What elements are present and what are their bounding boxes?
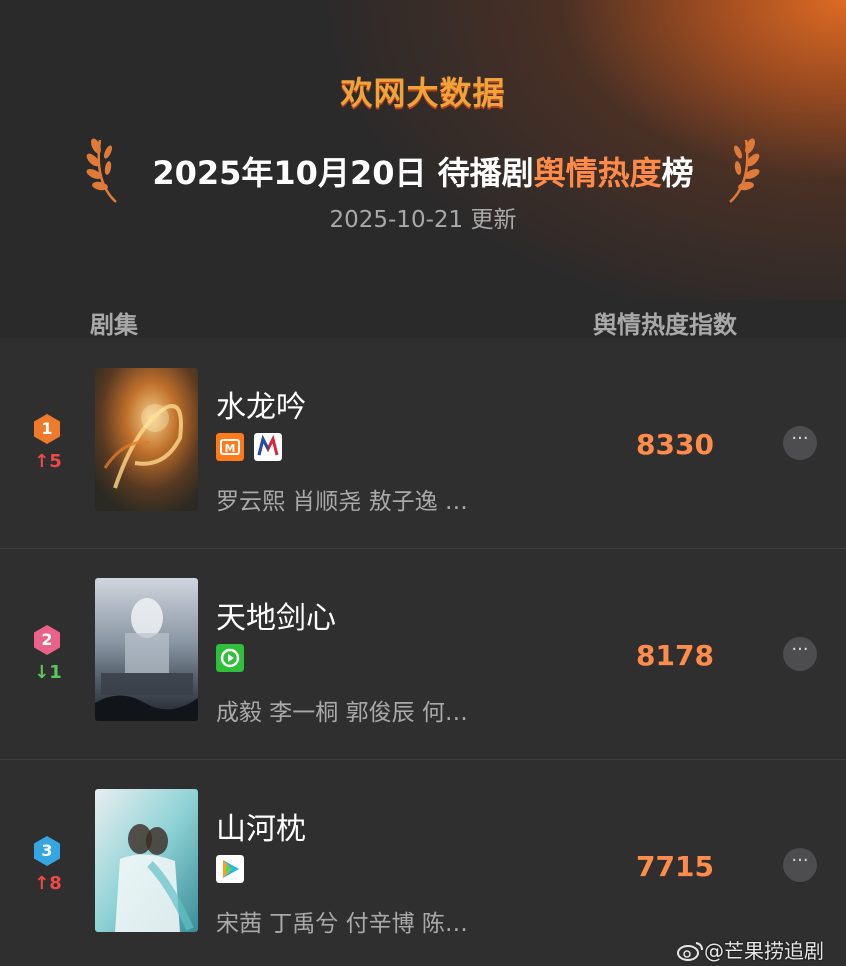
drama-title[interactable]: 水龙吟 xyxy=(216,382,306,426)
rank-number: 2 xyxy=(31,624,63,656)
platform-list xyxy=(216,855,244,883)
rank-number: 3 xyxy=(31,835,63,867)
rank-change: ↓1 xyxy=(34,662,62,683)
brand-logo-text: 欢网大数据 xyxy=(340,74,506,112)
heat-score: 7715 xyxy=(636,850,714,883)
watermark-text: @芒果捞追剧 xyxy=(704,939,824,963)
title-suffix: 榜 xyxy=(661,154,694,192)
svg-text:M: M xyxy=(225,442,236,455)
watermark: @芒果捞追剧 xyxy=(676,935,824,964)
poster-image[interactable] xyxy=(95,789,198,932)
rank-number: 1 xyxy=(31,413,63,445)
cast-list: 成毅 李一桐 郭俊辰 何… xyxy=(216,700,468,726)
brand-logo: 欢网大数据 xyxy=(0,68,846,114)
rank-number-text: 3 xyxy=(41,841,53,860)
rank-change: ↑5 xyxy=(34,451,62,472)
poster-image[interactable] xyxy=(95,368,198,511)
mango-tv-icon: M xyxy=(216,433,244,461)
column-header-drama: 剧集 xyxy=(90,311,138,339)
more-options-button[interactable]: ··· xyxy=(783,848,817,882)
heat-score: 8330 xyxy=(636,428,714,461)
update-date: 2025-10-21 更新 xyxy=(329,207,517,233)
rank-change: ↑8 xyxy=(34,873,62,894)
poster-art xyxy=(95,789,198,932)
cast-list: 宋茜 丁禹兮 付辛博 陈… xyxy=(216,911,468,937)
platform-list xyxy=(216,644,244,672)
list-item[interactable]: 2 ↓1 天地剑心 成毅 李一桐 郭俊辰 何… 8178 ··· xyxy=(0,549,846,759)
migu-icon xyxy=(254,433,282,461)
drama-title[interactable]: 天地剑心 xyxy=(216,593,336,637)
platform-list: M xyxy=(216,433,282,461)
title-prefix: 2025年10月20日 待播剧 xyxy=(152,154,534,192)
title-highlight: 舆情热度 xyxy=(533,154,662,192)
rank-number-text: 2 xyxy=(41,630,53,649)
poster-art xyxy=(95,368,198,511)
laurel-right-icon xyxy=(729,138,760,203)
list-item[interactable]: 1 ↑5 水龙吟 M 罗云熙 肖顺尧 敖子逸 … 8330 ··· xyxy=(0,338,846,548)
tencent-video-icon xyxy=(216,855,244,883)
heat-score: 8178 xyxy=(636,639,714,672)
poster-image[interactable] xyxy=(95,578,198,721)
column-header-heat-index: 舆情热度指数 xyxy=(593,311,737,339)
iqiyi-icon xyxy=(216,644,244,672)
more-options-button[interactable]: ··· xyxy=(783,426,817,460)
poster-art xyxy=(95,578,198,721)
more-options-button[interactable]: ··· xyxy=(783,637,817,671)
rank-number-text: 1 xyxy=(41,419,53,438)
drama-title[interactable]: 山河枕 xyxy=(216,804,306,848)
weibo-icon xyxy=(677,942,703,961)
cast-list: 罗云熙 肖顺尧 敖子逸 … xyxy=(216,489,468,515)
